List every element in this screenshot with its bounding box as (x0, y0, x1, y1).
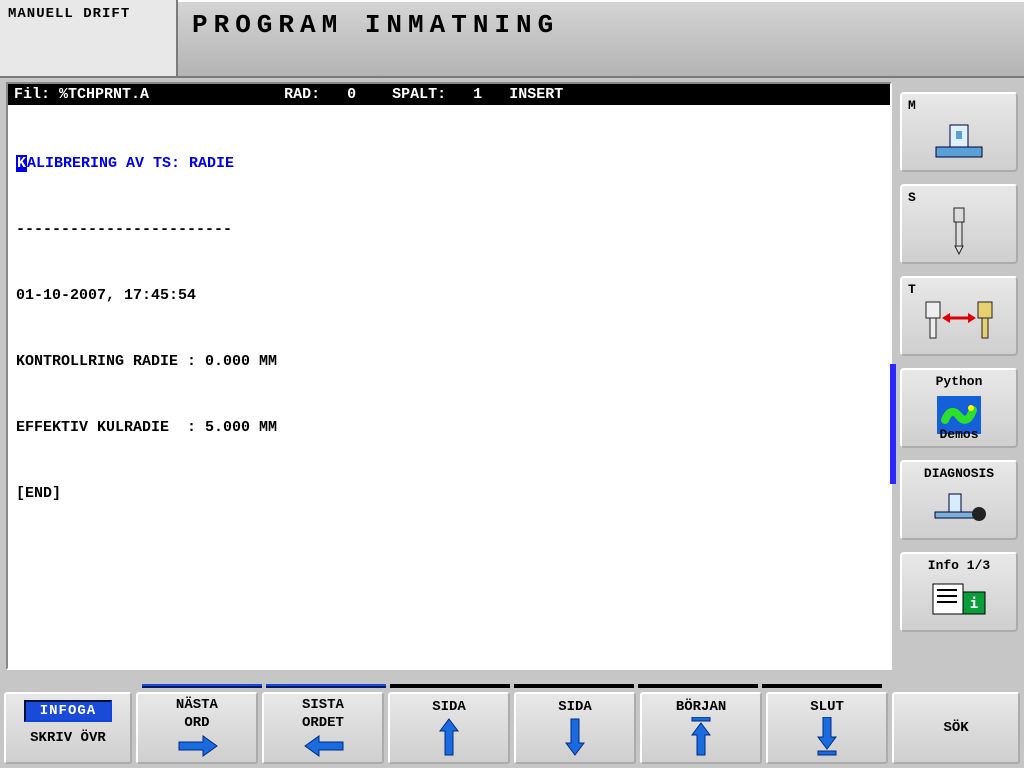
spindle-icon (902, 206, 1016, 256)
mode-tab[interactable]: MANUELL DRIFT (0, 0, 178, 76)
diagnosis-icon (902, 482, 1016, 532)
softkey-label: Python (902, 374, 1016, 389)
infoga-indicator: INFOGA (24, 700, 112, 722)
softkey-page-down[interactable]: SIDA (514, 692, 636, 764)
rad-label: RAD: (284, 86, 320, 103)
insert-mode: INSERT (509, 86, 563, 103)
softkey-end[interactable]: SLUT (766, 692, 888, 764)
softkey-label: T (908, 282, 916, 297)
softkey-label: Demos (902, 427, 1016, 442)
softkey-label: M (908, 98, 916, 113)
softkey-label: ORD (184, 715, 209, 731)
softkey-insert-mode[interactable]: INFOGA SKRIV ÖVR (4, 692, 132, 764)
softkey-label: ORDET (302, 715, 344, 731)
arrow-down-icon (564, 717, 586, 757)
editor-pane: Fil: %TCHPRNT.A RAD: 0 SPALT: 1 INSERT K… (6, 82, 892, 670)
softkey-label: NÄSTA (176, 697, 218, 713)
timestamp-line: 01-10-2007, 17:45:54 (16, 285, 882, 307)
arrow-left-icon (301, 733, 345, 759)
divider-line: ------------------------ (16, 219, 882, 241)
softkey-s[interactable]: S (900, 184, 1018, 264)
arrow-right-icon (175, 733, 219, 759)
softkey-label: SIDA (432, 699, 466, 715)
editor-body[interactable]: KALIBRERING AV TS: RADIE ---------------… (8, 105, 890, 553)
softkey-label: S (908, 190, 916, 205)
tool-change-icon (902, 298, 1016, 348)
softkey-label: Info 1/3 (902, 558, 1016, 573)
active-line: ALIBRERING AV TS: RADIE (27, 155, 234, 172)
softkey-last-word[interactable]: SISTA ORDET (262, 692, 384, 764)
svg-text:i: i (970, 596, 978, 612)
softkey-page-indicator (140, 684, 884, 690)
softkey-m[interactable]: M (900, 92, 1018, 172)
file-name: %TCHPRNT.A (59, 86, 149, 103)
scrollbar-thumb[interactable] (890, 364, 896, 484)
cursor-char: K (16, 155, 27, 172)
softkey-label: SIDA (558, 699, 592, 715)
softkey-next-word[interactable]: NÄSTA ORD (136, 692, 258, 764)
softkey-label: SLUT (810, 699, 844, 715)
softkey-label: DIAGNOSIS (902, 466, 1016, 481)
softkey-python[interactable]: Python Demos (900, 368, 1018, 448)
spalt-value: 1 (473, 86, 482, 103)
softkey-diagnosis[interactable]: DIAGNOSIS (900, 460, 1018, 540)
softkey-t[interactable]: T (900, 276, 1018, 356)
machine-icon (902, 114, 1016, 164)
softkey-search[interactable]: SÖK (892, 692, 1020, 764)
softkey-page-up[interactable]: SIDA (388, 692, 510, 764)
arrow-down-stop-icon (816, 717, 838, 757)
arrow-up-stop-icon (690, 717, 712, 757)
softkey-info[interactable]: Info 1/3 i (900, 552, 1018, 632)
spalt-label: SPALT: (392, 86, 446, 103)
softkey-label: SÖK (943, 720, 968, 736)
page-title: PROGRAM INMATNING (178, 0, 1024, 76)
softkey-label: BÖRJAN (676, 699, 726, 715)
info-icon: i (902, 574, 1016, 624)
status-bar: Fil: %TCHPRNT.A RAD: 0 SPALT: 1 INSERT (8, 84, 890, 105)
program-line: EFFEKTIV KULRADIE : 5.000 MM (16, 417, 882, 439)
arrow-up-icon (438, 717, 460, 757)
file-label: Fil: (14, 86, 50, 103)
rad-value: 0 (347, 86, 356, 103)
softkey-label: SISTA (302, 697, 344, 713)
program-line: KONTROLLRING RADIE : 0.000 MM (16, 351, 882, 373)
softkey-beginning[interactable]: BÖRJAN (640, 692, 762, 764)
end-line: [END] (16, 483, 882, 505)
softkey-label: SKRIV ÖVR (30, 730, 106, 746)
